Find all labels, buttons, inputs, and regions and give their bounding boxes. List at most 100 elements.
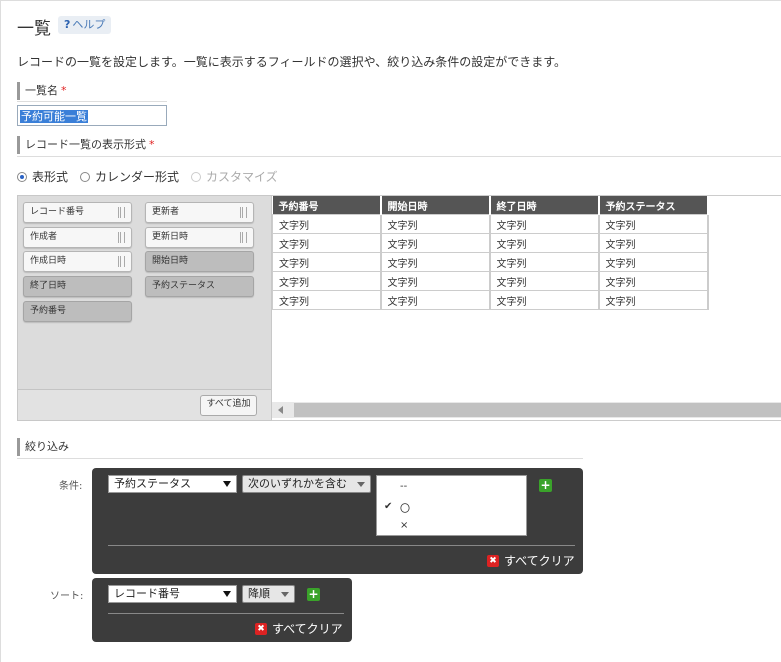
drag-handle-icon[interactable] <box>240 207 247 218</box>
table-row: 文字列 文字列 文字列 文字列 <box>272 252 709 272</box>
column-header[interactable]: 開始日時 <box>380 196 491 215</box>
list-item[interactable]: -- <box>400 481 407 492</box>
field-chip-record-number[interactable]: レコード番号 <box>23 202 132 223</box>
column-header[interactable]: 終了日時 <box>489 196 600 215</box>
close-icon: ✖ <box>487 554 499 567</box>
chevron-down-icon <box>357 482 365 487</box>
list-item[interactable]: × <box>400 520 408 531</box>
chip-label: 更新者 <box>152 207 180 217</box>
table-cell: 文字列 <box>598 271 709 291</box>
select-value: レコード番号 <box>114 587 180 600</box>
section-filter-label: 絞り込み <box>25 440 69 453</box>
select-value: 降順 <box>248 587 270 600</box>
table-cell: 文字列 <box>272 271 382 291</box>
drag-handle-icon[interactable] <box>240 232 247 243</box>
section-display-format-label: レコード一覧の表示形式 <box>25 138 146 151</box>
chip-label: 作成者 <box>30 232 58 242</box>
help-icon: ? <box>64 18 71 31</box>
view-name-input[interactable]: 予約可能一覧 <box>17 105 167 126</box>
preview-table: 予約番号 開始日時 終了日時 予約ステータス 文字列 文字列 文字列 文字列 文字列文… <box>272 196 709 310</box>
close-icon: ✖ <box>255 622 267 635</box>
sort-order-select[interactable]: 降順 <box>242 585 295 603</box>
add-sort-button[interactable]: + <box>307 588 320 601</box>
field-chip-updated-at[interactable]: 更新日時 <box>145 227 254 248</box>
table-cell: 文字列 <box>489 252 600 272</box>
sort-field-select[interactable]: レコード番号 <box>108 585 237 603</box>
section-view-name: 一覧名 * <box>17 82 67 100</box>
field-chip-end-datetime: 終了日時 <box>23 276 132 297</box>
table-cell: 文字列 <box>272 252 382 272</box>
table-cell: 文字列 <box>380 271 491 291</box>
table-row: 文字列 文字列 文字列 文字列 <box>272 233 709 253</box>
scroll-left-icon[interactable] <box>278 406 283 414</box>
filter-field-select[interactable]: 予約ステータス <box>108 475 237 493</box>
table-cell: 文字列 <box>489 214 600 234</box>
field-chip-created-by[interactable]: 作成者 <box>23 227 132 248</box>
chevron-down-icon <box>223 591 231 597</box>
horizontal-scrollbar[interactable] <box>272 402 781 418</box>
chip-label: 開始日時 <box>152 256 189 266</box>
drag-handle-icon[interactable] <box>118 232 125 243</box>
radio-calendar-format[interactable]: カレンダー形式 <box>80 168 179 185</box>
page-title: 一覧 <box>17 19 51 39</box>
view-name-value: 予約可能一覧 <box>20 110 88 123</box>
drag-handle-icon[interactable] <box>118 256 125 267</box>
chip-label: 終了日時 <box>30 281 67 291</box>
help-button[interactable]: ? ヘルプ <box>58 16 112 34</box>
section-view-name-label: 一覧名 <box>25 84 58 97</box>
clear-all-conditions-button[interactable]: ✖ すべてクリア <box>487 552 575 569</box>
condition-label: 条件: <box>59 481 83 492</box>
table-cell: 文字列 <box>598 233 709 253</box>
chevron-down-icon <box>223 481 231 487</box>
radio-dot[interactable] <box>17 171 27 182</box>
radio-table-format[interactable]: 表形式 <box>17 168 68 185</box>
field-chip-reservation-number: 予約番号 <box>23 301 132 322</box>
add-all-button[interactable]: すべて追加 <box>200 395 257 416</box>
drag-handle-icon[interactable] <box>118 207 125 218</box>
table-cell: 文字列 <box>380 233 491 253</box>
radio-dot[interactable] <box>80 171 91 182</box>
filter-value-listbox[interactable]: -- ✔ 〇 × <box>376 475 527 536</box>
table-cell: 文字列 <box>272 214 382 234</box>
format-radio-group: 表形式 カレンダー形式 カスタマイズ <box>17 168 290 185</box>
field-chip-updated-by[interactable]: 更新者 <box>145 202 254 223</box>
field-chip-start-datetime: 開始日時 <box>145 251 254 272</box>
select-value: 予約ステータス <box>114 477 191 490</box>
section-filter: 絞り込み <box>17 438 69 456</box>
table-cell: 文字列 <box>598 290 709 310</box>
chip-label: 更新日時 <box>152 232 189 242</box>
table-cell: 文字列 <box>489 271 600 291</box>
field-chip-reservation-status: 予約ステータス <box>145 276 254 297</box>
table-cell: 文字列 <box>380 290 491 310</box>
required-mark: * <box>149 138 155 151</box>
filter-operator-select[interactable]: 次のいずれかを含む <box>242 475 371 493</box>
table-cell: 文字列 <box>272 233 382 253</box>
palette-footer: すべて追加 <box>18 389 271 420</box>
radio-label: カレンダー形式 <box>95 170 180 184</box>
list-preview: 予約番号 開始日時 終了日時 予約ステータス 文字列 文字列 文字列 文字列 文字列文… <box>272 195 781 421</box>
list-item[interactable]: 〇 <box>400 500 410 515</box>
field-chip-created-at[interactable]: 作成日時 <box>23 251 132 272</box>
radio-customize-format: カスタマイズ <box>191 168 278 185</box>
required-mark: * <box>61 84 67 97</box>
add-condition-button[interactable]: + <box>539 479 552 492</box>
clear-all-sorts-button[interactable]: ✖ すべてクリア <box>255 620 343 637</box>
page-description: レコードの一覧を設定します。一覧に表示するフィールドの選択や、絞り込み条件の設定… <box>17 55 567 69</box>
clear-all-label: すべてクリア <box>504 554 575 568</box>
table-cell: 文字列 <box>598 214 709 234</box>
check-icon: ✔ <box>384 501 393 512</box>
column-header[interactable]: 予約番号 <box>272 196 382 215</box>
column-header[interactable]: 予約ステータス <box>598 196 709 215</box>
field-palette: レコード番号 更新者 作成者 更新日時 作成日時 開始日時 終了日時 予約ステー… <box>17 195 272 421</box>
clear-all-label: すべてクリア <box>272 622 343 636</box>
radio-label: カスタマイズ <box>206 170 278 184</box>
divider <box>17 156 781 157</box>
table-cell: 文字列 <box>489 290 600 310</box>
sort-label: ソート: <box>50 591 84 602</box>
scrollbar-thumb[interactable] <box>294 403 781 417</box>
table-cell: 文字列 <box>598 252 709 272</box>
table-cell: 文字列 <box>272 290 382 310</box>
divider <box>17 458 583 459</box>
divider <box>17 101 167 102</box>
chip-label: レコード番号 <box>30 207 85 217</box>
